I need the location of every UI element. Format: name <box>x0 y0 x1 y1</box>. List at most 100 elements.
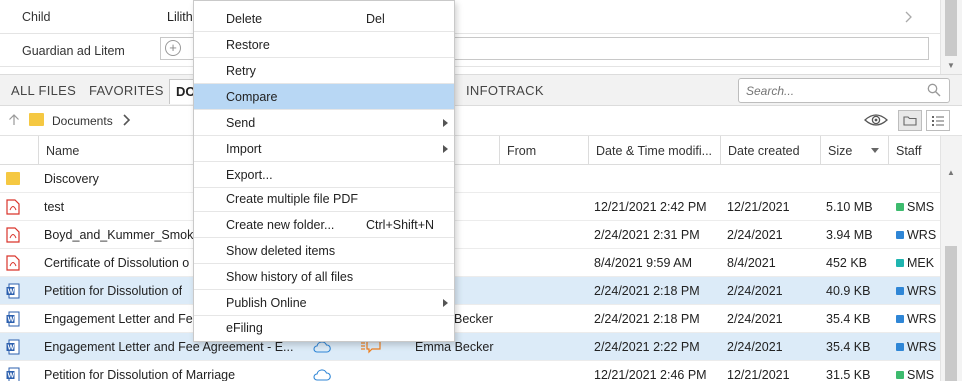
menu-item-restore[interactable]: Restore <box>194 32 454 58</box>
cloud-icon[interactable] <box>313 369 331 381</box>
word-icon: W <box>6 339 20 355</box>
staff-color-icon <box>896 315 904 323</box>
menu-item-shortcut: Del <box>366 12 385 26</box>
table-row[interactable]: Boyd_and_Kummer_Smok 2/24/2021 2:31 PM 2… <box>0 221 940 249</box>
tab-infotrack[interactable]: INFOTRACK <box>466 83 544 98</box>
menu-item-send[interactable]: Send <box>194 110 454 136</box>
file-size: 452 KB <box>826 256 868 270</box>
scroll-down-arrow-icon[interactable]: ▼ <box>947 61 955 70</box>
staff-badge: WRS <box>896 228 936 242</box>
modified-date: 8/4/2021 9:59 AM <box>594 256 692 270</box>
column-modified[interactable]: Date & Time modifi... <box>588 136 720 165</box>
table-row[interactable]: Certificate of Dissolution o 8/4/2021 9:… <box>0 249 940 277</box>
created-date: 8/4/2021 <box>727 256 776 270</box>
column-staff[interactable]: Staff <box>888 136 940 165</box>
menu-item-import[interactable]: Import <box>194 136 454 162</box>
menu-item-show-history[interactable]: Show history of all files <box>194 264 454 290</box>
chevron-right-icon[interactable] <box>121 113 131 127</box>
up-arrow-icon[interactable] <box>7 113 21 127</box>
eye-icon[interactable] <box>864 112 888 128</box>
chevron-right-icon[interactable] <box>902 9 914 25</box>
file-size: 40.9 KB <box>826 284 871 298</box>
search-icon[interactable] <box>927 83 941 97</box>
word-icon: W <box>6 311 20 327</box>
menu-item-create-multiple-pdf[interactable]: Create multiple file PDF <box>194 186 454 212</box>
file-name: Certificate of Dissolution o <box>44 256 190 270</box>
staff-color-icon <box>896 371 904 379</box>
search-box[interactable] <box>738 78 950 103</box>
cloud-icon[interactable] <box>313 341 331 353</box>
file-size: 31.5 KB <box>826 368 871 381</box>
list-view-button[interactable] <box>926 110 950 131</box>
staff-badge: WRS <box>896 312 936 326</box>
svg-text:W: W <box>8 289 15 296</box>
file-name: Discovery <box>44 172 99 186</box>
modified-date: 12/21/2021 2:46 PM <box>594 368 707 381</box>
file-name: Engagement Letter and Fee Agreement - E.… <box>44 340 294 354</box>
sort-descending-icon <box>871 148 879 153</box>
menu-item-label: Send <box>226 116 256 130</box>
staff-badge: SMS <box>896 368 934 381</box>
staff-color-icon <box>896 203 904 211</box>
staff-badge: WRS <box>896 340 936 354</box>
folder-view-button[interactable] <box>898 110 922 131</box>
pdf-icon <box>6 199 20 215</box>
search-input[interactable] <box>746 80 926 102</box>
child-row[interactable]: Child Lilith <box>0 0 940 34</box>
file-name: Petition for Dissolution of <box>44 284 183 298</box>
table-row[interactable]: W Petition for Dissolution of 2/24/2021 … <box>0 277 940 305</box>
table-row[interactable]: test 12/21/2021 2:42 PM 12/21/2021 5.10 … <box>0 193 940 221</box>
modified-date: 2/24/2021 2:22 PM <box>594 340 700 354</box>
table-row[interactable]: W Petition for Dissolution of Marriage 1… <box>0 361 940 381</box>
column-header-row: Name From Date & Time modifi... Date cre… <box>0 136 940 165</box>
list-icon <box>932 116 944 126</box>
pdf-icon <box>6 255 20 271</box>
column-created[interactable]: Date created <box>720 136 820 165</box>
column-from[interactable]: From <box>499 136 588 165</box>
menu-item-label: Publish Online <box>226 296 307 310</box>
case-details-form: Child Lilith Guardian ad Litem + <box>0 0 940 74</box>
folder-icon <box>29 113 44 126</box>
modified-date: 2/24/2021 2:18 PM <box>594 284 700 298</box>
created-date: 2/24/2021 <box>727 228 783 242</box>
table-row[interactable]: Discovery <box>0 165 940 193</box>
svg-text:W: W <box>8 345 15 352</box>
scroll-up-arrow-icon[interactable]: ▲ <box>947 168 955 177</box>
form-scrollbar[interactable]: ▼ <box>940 0 962 74</box>
file-name: Boyd_and_Kummer_Smok <box>44 228 194 242</box>
menu-item-delete[interactable]: Delete Del <box>194 6 454 32</box>
menu-item-show-deleted[interactable]: Show deleted items <box>194 238 454 264</box>
add-icon[interactable]: + <box>165 40 181 56</box>
word-icon: W <box>6 283 20 299</box>
file-name: Engagement Letter and Fe <box>44 312 193 326</box>
column-icon[interactable] <box>0 136 38 165</box>
folder-outline-icon <box>903 116 917 126</box>
menu-item-publish-online[interactable]: Publish Online <box>194 290 454 316</box>
file-list-scrollbar-thumb[interactable] <box>945 246 957 381</box>
staff-color-icon <box>896 231 904 239</box>
submenu-arrow-icon <box>443 299 448 307</box>
svg-text:W: W <box>8 317 15 324</box>
created-date: 2/24/2021 <box>727 340 783 354</box>
guardian-label: Guardian ad Litem <box>22 44 125 58</box>
table-row[interactable]: W Engagement Letter and Fe Becker 2/24/2… <box>0 305 940 333</box>
file-size: 35.4 KB <box>826 340 871 354</box>
menu-item-retry[interactable]: Retry <box>194 58 454 84</box>
file-name: Petition for Dissolution of Marriage <box>44 368 236 381</box>
comment-icon[interactable] <box>360 340 382 354</box>
file-list-scrollbar[interactable]: ▲ <box>940 136 962 381</box>
tab-all-files[interactable]: ALL FILES <box>11 83 76 98</box>
form-scrollbar-thumb[interactable] <box>945 0 957 56</box>
staff-badge: SMS <box>896 200 934 214</box>
menu-item-create-new-folder[interactable]: Create new folder... Ctrl+Shift+N <box>194 212 454 238</box>
tab-favorites[interactable]: FAVORITES <box>89 83 164 98</box>
breadcrumb-folder[interactable]: Documents <box>52 114 113 128</box>
menu-item-compare[interactable]: Compare <box>194 84 454 110</box>
table-row[interactable]: W Engagement Letter and Fee Agreement - … <box>0 333 940 361</box>
menu-item-efiling[interactable]: eFiling <box>194 315 454 341</box>
menu-item-export[interactable]: Export... <box>194 162 454 188</box>
staff-color-icon <box>896 343 904 351</box>
context-menu: Delete Del Restore Retry Compare Send Im… <box>193 0 455 342</box>
staff-badge: WRS <box>896 284 936 298</box>
modified-date: 2/24/2021 2:31 PM <box>594 228 700 242</box>
